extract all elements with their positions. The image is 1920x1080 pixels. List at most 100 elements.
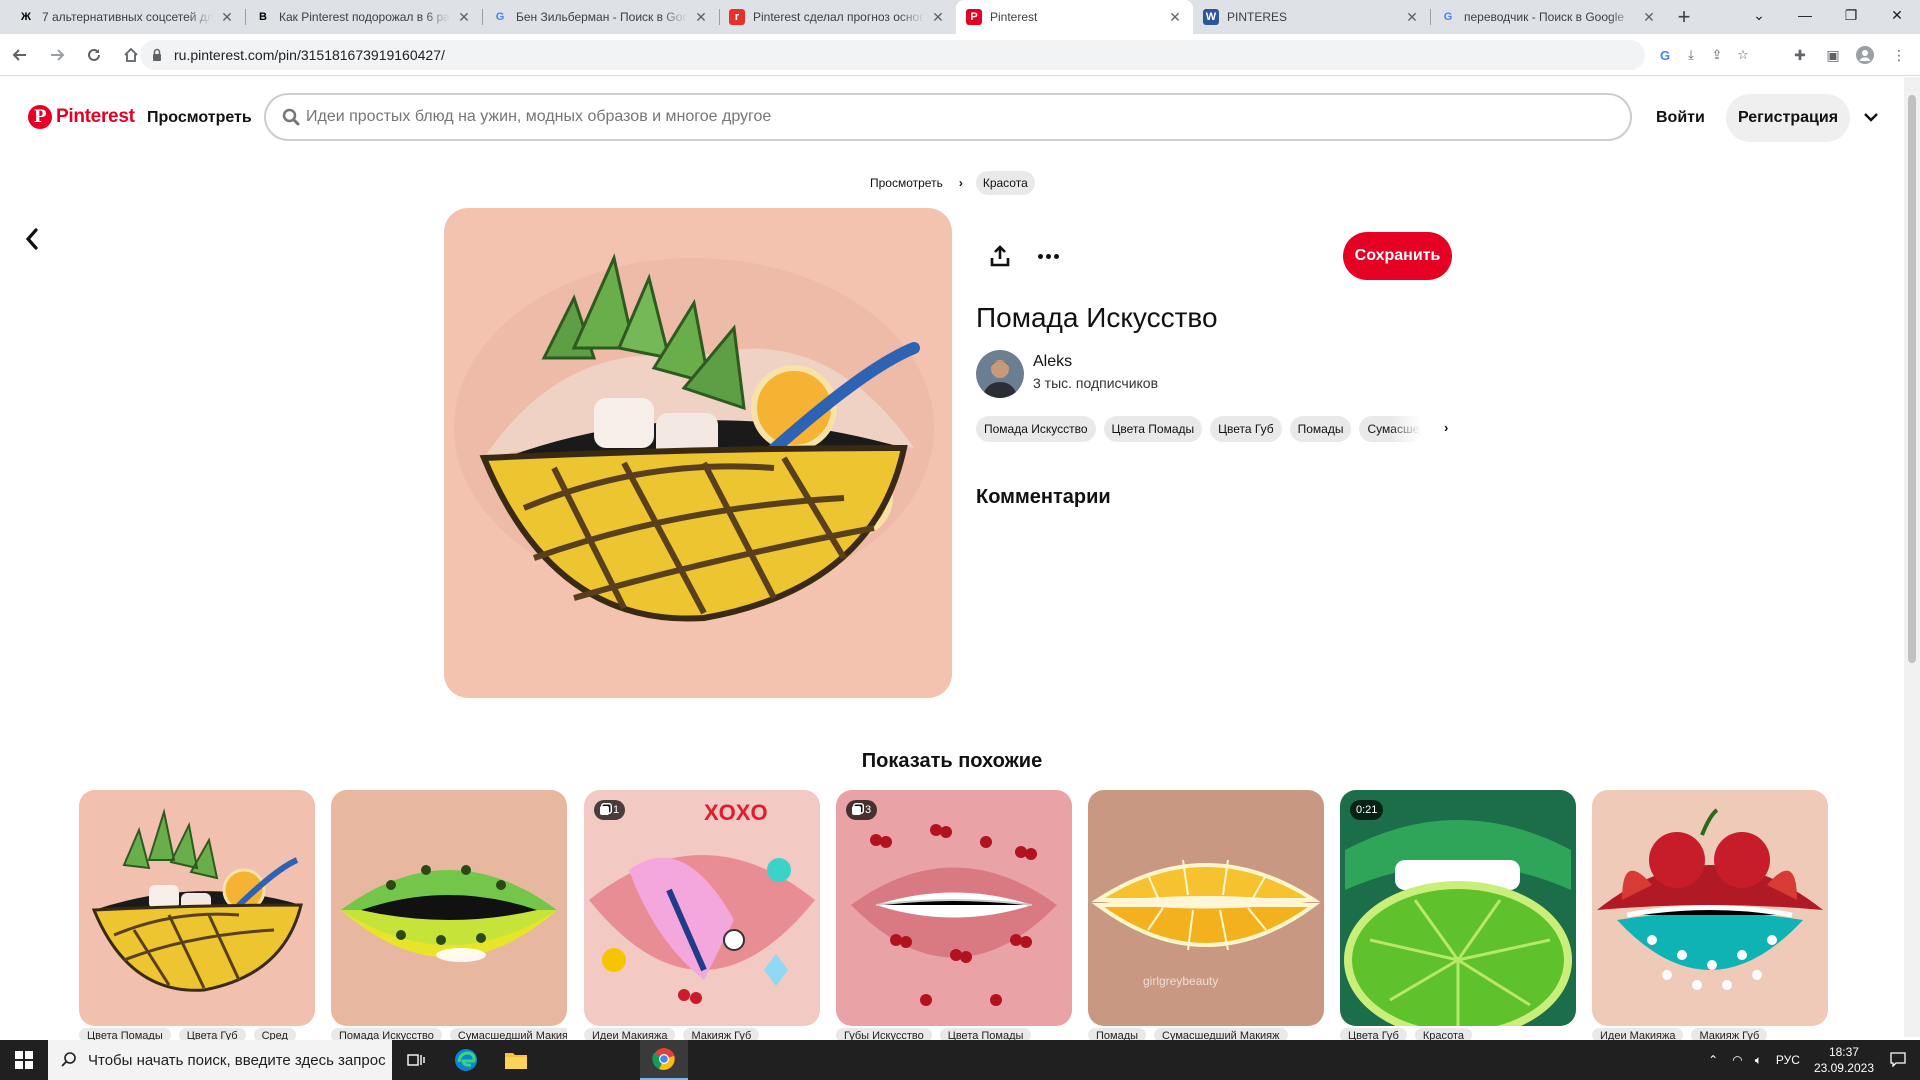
badge-text: 0:21 (1356, 804, 1378, 816)
similar-pin-image (1340, 790, 1576, 1026)
similar-heading: Показать похожие (861, 750, 1043, 772)
comments-heading: Комментарии (976, 486, 1111, 508)
pin-tag[interactable]: Помада Искусство (976, 416, 1096, 442)
browser-tab[interactable]: G Бен Зильберман - Поиск в Google ✕ (482, 0, 719, 34)
more-options-icon[interactable] (1035, 244, 1061, 268)
search-icon (282, 108, 300, 126)
minimize-button[interactable]: — (1782, 0, 1828, 30)
author-avatar[interactable] (976, 350, 1024, 398)
tray-chevron-up-icon[interactable]: ⌃ (1708, 1053, 1718, 1067)
header-chevron-down-icon[interactable] (1864, 109, 1878, 125)
back-arrow-icon[interactable] (20, 224, 44, 254)
maximize-button[interactable]: ❐ (1828, 0, 1874, 30)
back-nav-button[interactable] (3, 38, 37, 72)
windows-taskbar: Чтобы начать поиск, введите здесь запрос… (0, 1040, 1920, 1080)
forward-nav-button[interactable] (40, 38, 74, 72)
explore-link[interactable]: Просмотреть (147, 109, 252, 127)
author-name[interactable]: Aleks (1033, 353, 1072, 371)
similar-pin-card[interactable] (79, 790, 315, 1026)
tab-close-icon[interactable]: ✕ (930, 9, 946, 26)
google-g-icon[interactable]: G (1656, 46, 1674, 64)
similar-pin-card[interactable]: 3 (836, 790, 1072, 1026)
task-view-button[interactable] (392, 1040, 440, 1080)
tab-favicon-icon: В (259, 11, 267, 23)
arrow-left-icon (12, 48, 26, 61)
breadcrumb-root[interactable]: Просмотреть (870, 176, 943, 190)
close-window-button[interactable]: ✕ (1874, 0, 1920, 30)
similar-pin-image (331, 790, 567, 1026)
pinterest-header: P Pinterest Просмотреть Идеи простых блю… (0, 77, 1904, 159)
browser-tab[interactable]: В Как Pinterest подорожал в 6 раз ✕ (245, 0, 482, 34)
similar-pin-card[interactable] (331, 790, 567, 1026)
chrome-menu-icon[interactable]: ⋮ (1886, 42, 1912, 68)
volume-icon[interactable]: 🔈︎ (1755, 1053, 1762, 1068)
share-page-icon[interactable]: ⇪ (1708, 46, 1726, 64)
browser-toolbar: ru.pinterest.com/pin/315181673919160427/… (0, 34, 1920, 76)
taskbar-search-placeholder: Чтобы начать поиск, введите здесь запрос (88, 1051, 386, 1069)
save-button[interactable]: Сохранить (1343, 232, 1452, 280)
tab-close-icon[interactable]: ✕ (1641, 9, 1657, 26)
signup-button[interactable]: Регистрация (1726, 94, 1850, 142)
pin-tag[interactable]: Помады (1289, 416, 1352, 442)
tab-list: Ж 7 альтернативных соцсетей для ✕ В Как Pint… (8, 0, 1667, 34)
similar-pin-card[interactable]: XOXO 1 (584, 790, 820, 1026)
explorer-taskbar-button[interactable] (492, 1040, 540, 1080)
similar-pin-card[interactable]: girlgreybeauty (1088, 790, 1324, 1026)
share-icon[interactable] (988, 244, 1012, 268)
new-tab-button[interactable]: + (1667, 0, 1701, 34)
search-icon (61, 1052, 76, 1067)
browser-tab[interactable]: W PINTERES ✕ (1193, 0, 1430, 34)
svg-text:XOXO: XOXO (704, 800, 768, 825)
pin-tag[interactable]: Цвета Помады (1103, 416, 1203, 442)
notification-icon[interactable] (1890, 1051, 1906, 1070)
taskbar-search-input[interactable]: Чтобы начать поиск, введите здесь запрос (48, 1040, 392, 1080)
edge-taskbar-button[interactable] (442, 1040, 490, 1080)
tab-title: Pinterest сделал прогноз основ (753, 10, 924, 24)
badge-text: 3 (865, 804, 872, 816)
pin-tag[interactable]: Цвета Губ (1210, 416, 1282, 442)
tab-close-icon[interactable]: ✕ (1167, 9, 1183, 26)
tab-close-icon[interactable]: ✕ (693, 9, 709, 26)
browser-tab[interactable]: P Pinterest ✕ (956, 0, 1193, 34)
similar-pin-card[interactable]: 0:21 (1340, 790, 1576, 1026)
browser-tab[interactable]: r Pinterest сделал прогноз основ ✕ (719, 0, 956, 34)
start-button[interactable] (0, 1040, 48, 1080)
similar-pin-card[interactable] (1592, 790, 1828, 1026)
chrome-taskbar-button[interactable] (640, 1040, 688, 1080)
home-icon (124, 47, 138, 62)
search-input[interactable]: Идеи простых блюд на ужин, модных образо… (264, 93, 1632, 141)
tab-close-icon[interactable]: ✕ (456, 9, 472, 26)
reload-button[interactable] (77, 38, 111, 72)
address-bar[interactable]: ru.pinterest.com/pin/315181673919160427/… (140, 40, 1749, 70)
browser-tab[interactable]: Ж 7 альтернативных соцсетей для ✕ (8, 0, 245, 34)
similar-pin-image: girlgreybeauty (1088, 790, 1324, 1026)
pages-icon (852, 805, 861, 815)
tab-title: Pinterest (990, 10, 1038, 24)
side-panel-icon[interactable]: ▣ (1820, 42, 1846, 68)
clock[interactable]: 18:37 23.09.2023 (1814, 1044, 1874, 1076)
clock-time: 18:37 (1828, 1045, 1859, 1059)
tab-title: 7 альтернативных соцсетей для (42, 10, 213, 24)
profile-avatar-icon[interactable] (1852, 42, 1878, 68)
tab-close-icon[interactable]: ✕ (219, 9, 235, 26)
extensions-puzzle-icon[interactable]: ✚ (1787, 42, 1813, 68)
tags-chevron-right-icon[interactable]: › (1444, 420, 1448, 435)
browser-tab[interactable]: Gпереводчик - Поиск в Google ✕ (1430, 0, 1667, 34)
breadcrumb-current[interactable]: Красота (975, 171, 1035, 195)
tab-title: PINTERES (1227, 10, 1288, 24)
input-language[interactable]: РУС (1776, 1053, 1800, 1067)
pin-count-badge: 3 (846, 800, 878, 820)
tab-search-icon[interactable]: ⌄ (1736, 0, 1782, 30)
scrollbar-thumb[interactable] (1908, 95, 1916, 663)
logo-wordmark: Pinterest (56, 106, 135, 127)
windows-logo-icon (15, 1051, 33, 1069)
bookmark-star-icon[interactable]: ☆ (1734, 46, 1752, 64)
install-app-icon[interactable]: ⤓ (1682, 46, 1700, 64)
pinterest-logo[interactable]: P Pinterest (28, 105, 135, 129)
folder-icon (505, 1053, 527, 1069)
tab-close-icon[interactable]: ✕ (1404, 9, 1420, 26)
search-placeholder: Идеи простых блюд на ужин, модных образо… (306, 108, 772, 125)
wifi-icon[interactable]: ◠ (1732, 1053, 1742, 1067)
pin-image[interactable] (444, 208, 952, 698)
login-button[interactable]: Войти (1656, 109, 1705, 127)
